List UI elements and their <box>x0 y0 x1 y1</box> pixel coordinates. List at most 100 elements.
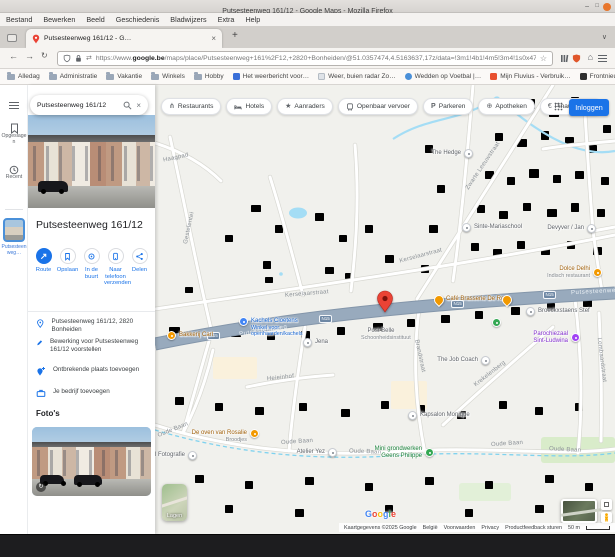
map-poi[interactable]: The Hedge <box>464 149 473 158</box>
map-poi[interactable]: The Job Coach <box>481 356 490 365</box>
bookmark-item[interactable]: Mijn Fluvius - Verbruik… <box>490 73 570 80</box>
window-titlebar[interactable]: Putsesteenweg 161/12 - Google Maps - Moz… <box>0 0 615 13</box>
attrib-copyright: Kaartgegevens ©2025 Google <box>344 525 417 531</box>
add-business-row[interactable]: Je bedrijf toevoegen <box>36 388 148 398</box>
bookmark-item[interactable]: Wedden op Voetbal |… <box>405 73 482 80</box>
menu-beeld[interactable]: Beeld <box>86 15 104 24</box>
close-button[interactable] <box>603 3 611 11</box>
chip-restaurants[interactable]: ⋔Restaurants <box>161 98 221 115</box>
bookmark-item[interactable]: Weer, buien radar Zo… <box>318 73 395 80</box>
search-icon[interactable] <box>123 101 132 110</box>
forward-button[interactable]: → <box>25 51 34 61</box>
tracking-shield-icon[interactable] <box>63 54 71 63</box>
tab-close-icon[interactable]: × <box>211 34 216 43</box>
adblock-shield-icon[interactable] <box>572 54 581 63</box>
url-bar[interactable]: ⇄ https://www.google.be/maps/place/Putse… <box>57 51 553 66</box>
map-poi[interactable]: Mini grondwerken Geens Philippe <box>425 448 434 457</box>
route-button[interactable]: Route <box>32 248 55 287</box>
minimap-expand-button[interactable] <box>601 499 612 510</box>
chip-parkeren[interactable]: PParkeren <box>423 98 473 115</box>
bookmark-folder[interactable]: Alledag <box>7 73 40 80</box>
photos-thumbnail[interactable]: ↻ <box>32 427 151 496</box>
map-poi[interactable]: Atelier Yez <box>328 448 337 457</box>
map-poi[interactable] <box>502 295 512 305</box>
bookmark-item[interactable]: Het weerbericht voor… <box>233 73 309 80</box>
bookmark-folder[interactable]: Winkels <box>151 73 185 80</box>
map-poi[interactable]: Dolce DelhiIndisch restaurant <box>593 268 602 277</box>
place-photo[interactable] <box>28 115 155 208</box>
menu-geschiedenis[interactable]: Geschiedenis <box>116 15 160 24</box>
maps-menu-icon[interactable] <box>9 105 19 106</box>
back-button[interactable]: ← <box>9 51 18 61</box>
map-poi[interactable]: Sinte-Mariaschool <box>462 223 471 232</box>
attrib-privacy[interactable]: Privacy <box>481 525 499 531</box>
share-button[interactable]: Delen <box>128 248 151 287</box>
saved-button[interactable]: Opgeslagen <box>0 123 28 146</box>
layers-label: Lagen <box>162 513 187 519</box>
map-poi[interactable]: Kachels CloetensWinkel voor openhaarden/… <box>239 317 248 326</box>
url-text[interactable]: https://www.google.be/maps/place/Putsest… <box>96 55 536 62</box>
add-place-row[interactable]: Ontbrekende plaats toevoegen <box>36 366 148 377</box>
lock-icon[interactable] <box>75 54 82 63</box>
map-poi[interactable]: Devyver / Jan <box>587 224 596 233</box>
tab-active[interactable]: Putsesteenweg 161/12 - G… × <box>26 29 222 48</box>
signin-button[interactable]: Inloggen <box>569 99 609 116</box>
map-poi[interactable]: Bakkerij Carl <box>167 331 176 340</box>
clear-search-icon[interactable]: × <box>136 101 141 110</box>
bookmark-star-icon[interactable]: ☆ <box>540 54 547 63</box>
maximize-button[interactable]: □ <box>595 2 599 11</box>
chip-hotels[interactable]: Hotels <box>226 98 272 115</box>
save-button[interactable]: Opslaan <box>56 248 79 287</box>
map-poi[interactable]: Parochiezaal Sint-Ludwina <box>571 333 580 342</box>
menu-bladwijzers[interactable]: Bladwijzers <box>170 15 206 24</box>
app-menu-icon[interactable] <box>598 58 607 59</box>
search-input[interactable] <box>37 102 119 109</box>
library-icon[interactable] <box>560 54 569 63</box>
send-to-phone-button[interactable]: Naar telefoon verzenden <box>104 248 127 287</box>
map-poi[interactable]: Kapsalon Monique <box>408 411 417 420</box>
menu-extra[interactable]: Extra <box>218 15 235 24</box>
map-poi[interactable]: Café Brasserie De Roos <box>434 295 444 305</box>
bookmark-folder[interactable]: Hobby <box>194 73 224 80</box>
suggest-edit-row[interactable]: Bewerking voor Putsesteenweg 161/12 voor… <box>36 338 148 354</box>
new-tab-button[interactable]: + <box>232 30 238 41</box>
destination-pin[interactable] <box>376 290 394 313</box>
attrib-terms[interactable]: Voorwaarden <box>444 525 476 531</box>
layers-button[interactable]: Lagen <box>162 484 187 521</box>
pegman-button[interactable] <box>601 512 612 523</box>
attrib-feedback[interactable]: Productfeedback sturen <box>505 525 562 531</box>
satellite-minimap[interactable] <box>561 499 597 523</box>
place-thumbnail[interactable] <box>3 218 25 242</box>
road-badge: N15 <box>319 315 332 323</box>
chip-aanraders[interactable]: ★Aanraders <box>277 98 333 115</box>
bookmark-folder[interactable]: Administratie <box>49 73 98 80</box>
menu-bestand[interactable]: Bestand <box>6 15 32 24</box>
chip-openbaar-vervoer[interactable]: Openbaar vervoer <box>338 98 418 115</box>
list-tabs-icon[interactable]: ∨ <box>602 33 607 41</box>
address-row[interactable]: Putsesteenweg 161/12, 2820 Bonheiden <box>36 318 148 334</box>
menu-bewerken[interactable]: Bewerken <box>43 15 75 24</box>
permissions-icon[interactable]: ⇄ <box>86 54 92 62</box>
search-box[interactable]: × <box>30 95 148 115</box>
home-icon[interactable]: ⌂ <box>588 52 593 62</box>
folder-icon <box>151 74 159 80</box>
firefox-view-icon[interactable] <box>7 34 17 42</box>
google-apps-grid-icon[interactable] <box>554 102 563 111</box>
attrib-region[interactable]: België <box>423 525 438 531</box>
chip-apotheken[interactable]: ⊕Apotheken <box>478 98 534 115</box>
reload-button[interactable]: ↻ <box>41 51 48 60</box>
star-icon: ★ <box>285 103 291 110</box>
minimize-button[interactable]: – <box>585 2 589 11</box>
nearby-button[interactable]: In de buurt <box>80 248 103 287</box>
recent-button[interactable]: Recent <box>0 165 28 181</box>
site-favicon <box>490 73 497 80</box>
menu-help[interactable]: Help <box>245 15 260 24</box>
map-poi[interactable]: De oven van RosalieBroodjes <box>250 429 259 438</box>
map-poi[interactable]: Jena <box>303 338 312 347</box>
map-poi[interactable]: Broeckxstaens Stef <box>526 307 535 316</box>
bookmark-folder[interactable]: Vakantie <box>106 73 142 80</box>
map-poi[interactable]: Sol Fotografie <box>188 451 197 460</box>
map-canvas[interactable]: Haagpad Gestelentei Zwarte Leeuwstraat K… <box>155 85 615 534</box>
bookmark-item[interactable]: Frontnieuws - Je main… <box>580 73 615 80</box>
map-poi[interactable] <box>492 318 501 327</box>
